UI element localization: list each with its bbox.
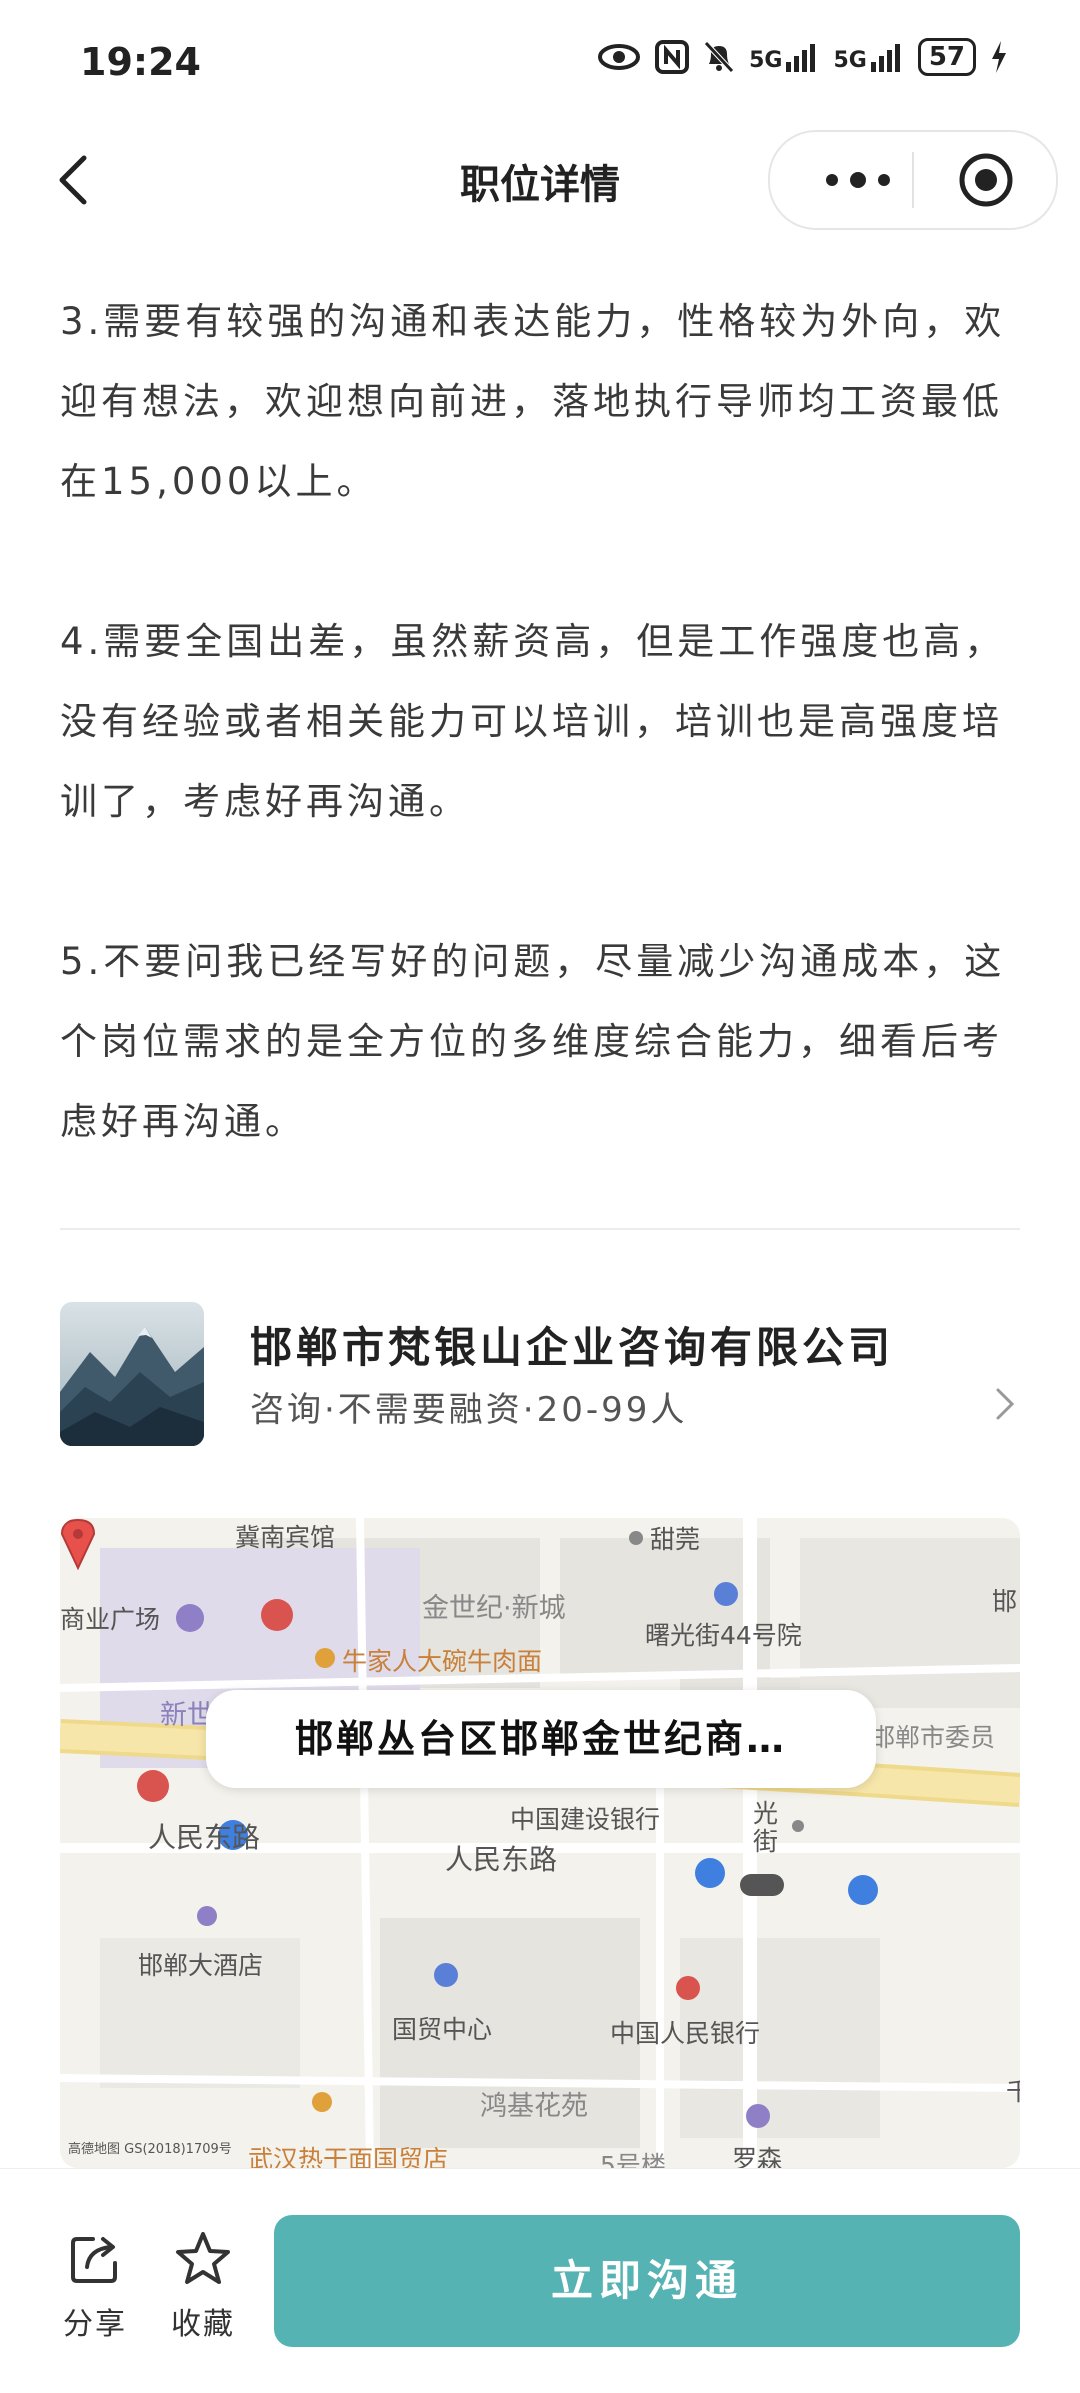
nfc-icon bbox=[655, 40, 690, 74]
description-paragraph: 5.不要问我已经写好的问题，尽量减少沟通成本，这个岗位需求的是全方位的多维度综合… bbox=[60, 940, 1006, 1143]
signal-5g-icon: 5G bbox=[833, 42, 903, 72]
description-paragraph: 3.需要有较强的沟通和表达能力，性格较为外向，欢迎有想法，欢迎想向前进，落地执行… bbox=[60, 300, 1006, 503]
map-label: 邯郸大酒店 bbox=[138, 1951, 264, 1980]
status-bar: 19:24 5G 5G 57 bbox=[0, 0, 1080, 130]
map-label: 甜莞 bbox=[650, 1525, 701, 1554]
chat-now-button[interactable]: 立即沟通 bbox=[274, 2215, 1020, 2347]
favorite-button[interactable]: 收藏 bbox=[158, 2229, 248, 2343]
section-divider bbox=[60, 1228, 1020, 1230]
charging-icon bbox=[992, 41, 1006, 73]
share-icon bbox=[71, 2237, 117, 2283]
map-label: 牛家人大碗牛肉面 bbox=[342, 1647, 543, 1676]
mountain-landscape-icon bbox=[60, 1302, 204, 1446]
location-pin-icon bbox=[60, 1518, 96, 1570]
address-bubble[interactable]: 邯郸丛台区邯郸金世纪商… bbox=[206, 1690, 876, 1788]
map-label: 冀南宾馆 bbox=[235, 1523, 336, 1552]
map-label: 鸿基花苑 bbox=[480, 2091, 588, 2122]
description-paragraph: 4.需要全国出差，虽然薪资高，但是工作强度也高，没有经验或者相关能力可以培训，培… bbox=[60, 620, 1006, 823]
mute-bell-icon bbox=[704, 41, 734, 73]
job-description: 3.需要有较强的沟通和表达能力，性格较为外向，欢迎有想法，欢迎想向前进，落地执行… bbox=[60, 282, 1020, 1242]
company-card[interactable]: 邯郸市梵银山企业咨询有限公司 咨询·不需要融资·20-99人 bbox=[60, 1302, 1020, 1448]
favorite-label: 收藏 bbox=[171, 2307, 235, 2342]
map-label: 人民东路 bbox=[445, 1843, 558, 1876]
more-dots-icon[interactable] bbox=[818, 164, 898, 196]
signal-label: 5G bbox=[833, 48, 867, 73]
mini-program-capsule bbox=[768, 130, 1058, 230]
share-label: 分享 bbox=[63, 2307, 127, 2342]
company-name: 邯郸市梵银山企业咨询有限公司 bbox=[250, 1323, 895, 1372]
map-attribution: 高德地图 GS(2018)1709号 bbox=[68, 2142, 232, 2157]
status-time: 19:24 bbox=[80, 40, 201, 84]
signal-label: 5G bbox=[749, 48, 783, 73]
map-label: 罗森 bbox=[732, 2145, 783, 2168]
star-icon bbox=[176, 2232, 230, 2284]
share-button[interactable]: 分享 bbox=[50, 2229, 140, 2343]
battery-icon: 57 bbox=[917, 38, 976, 76]
map-label: 人民东路 bbox=[148, 1821, 261, 1854]
signal-5g-icon: 5G bbox=[749, 42, 819, 72]
map-label: 中国建设银行 bbox=[510, 1805, 661, 1834]
chevron-right-icon[interactable] bbox=[992, 1384, 1018, 1424]
map-label: 商业广场 bbox=[60, 1605, 161, 1634]
target-circle-icon[interactable] bbox=[958, 152, 1014, 208]
map-label: 5号楼 bbox=[600, 2151, 666, 2168]
location-map[interactable]: 冀南宾馆 甜莞 金世纪·新城 商业广场 曙光街44号院 邯 牛家人大碗牛肉面 新… bbox=[60, 1518, 1020, 2168]
map-label: 千 bbox=[1006, 2077, 1020, 2106]
map-label: 武汉热干面国贸店 bbox=[248, 2145, 449, 2168]
map-label: 邯郸市委员 bbox=[870, 1723, 996, 1752]
map-label: 邯 bbox=[992, 1587, 1018, 1616]
map-label: 金世纪·新城 bbox=[422, 1593, 566, 1624]
nav-bar: 职位详情 bbox=[0, 130, 1080, 230]
map-label: 中国人民银行 bbox=[610, 2019, 761, 2048]
map-label: 街 bbox=[753, 1827, 779, 1856]
eye-icon bbox=[598, 44, 641, 70]
map-label: 曙光街44号院 bbox=[645, 1621, 802, 1650]
map-label: 国贸中心 bbox=[392, 2015, 493, 2044]
company-meta: 咨询·不需要融资·20-99人 bbox=[250, 1390, 688, 1430]
capsule-divider bbox=[912, 152, 914, 208]
status-icons: 5G 5G 57 bbox=[597, 38, 1008, 76]
bottom-action-bar: 分享 收藏 立即沟通 bbox=[0, 2168, 1080, 2393]
